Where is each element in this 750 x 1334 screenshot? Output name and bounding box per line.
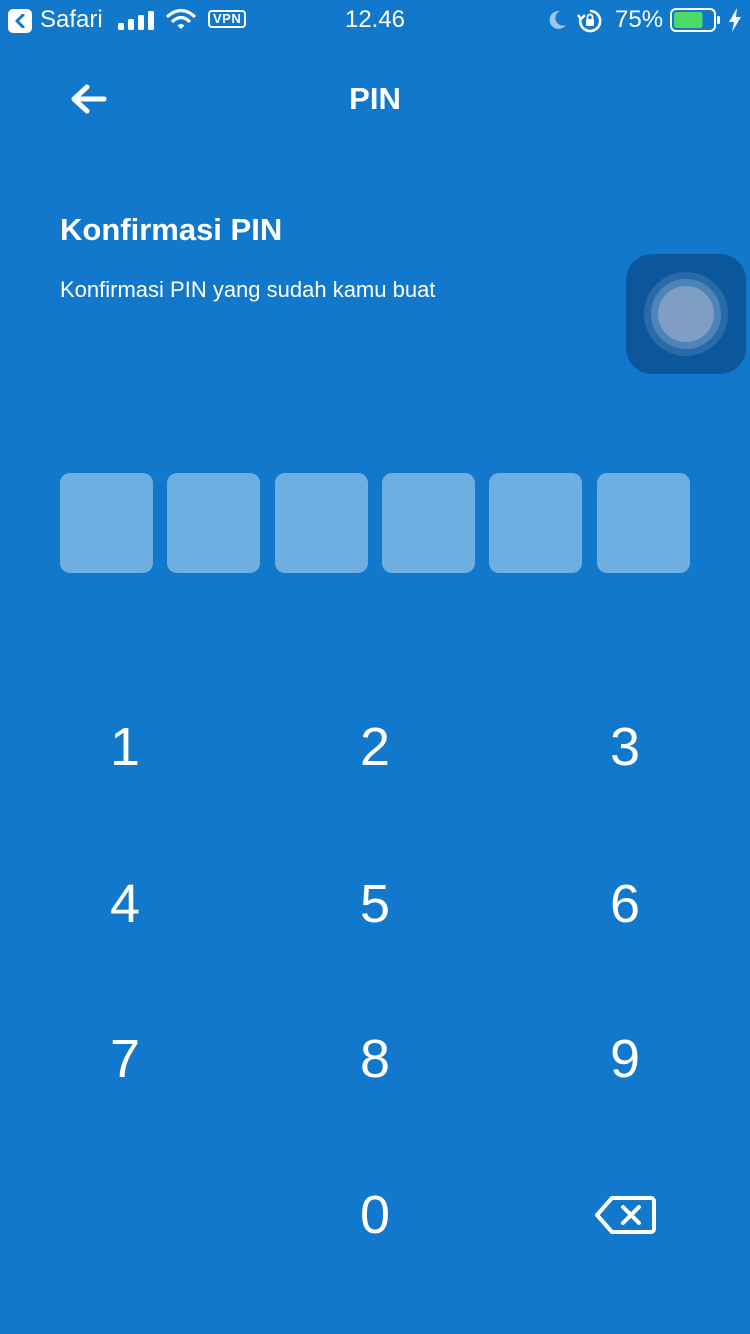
key-8[interactable]: 8 — [250, 994, 500, 1124]
key-6[interactable]: 6 — [500, 839, 750, 969]
page-title: PIN — [349, 81, 401, 116]
charging-bolt-icon — [729, 8, 741, 32]
backspace-icon — [595, 1196, 656, 1234]
key-5[interactable]: 5 — [250, 839, 500, 969]
key-empty — [0, 1150, 250, 1280]
pin-digit-box — [597, 473, 690, 573]
assistive-touch-button[interactable] — [626, 254, 746, 374]
confirm-pin-heading: Konfirmasi PIN — [60, 212, 283, 247]
battery-percent: 75% — [615, 6, 664, 33]
moon-icon — [549, 10, 566, 29]
key-4[interactable]: 4 — [0, 839, 250, 969]
status-bar: Safari VPN 12.46 75% — [0, 0, 750, 40]
key-2[interactable]: 2 — [250, 682, 500, 812]
pin-digit-box — [489, 473, 582, 573]
backspace-button[interactable] — [500, 1150, 750, 1280]
pin-digit-box — [275, 473, 368, 573]
key-9[interactable]: 9 — [500, 994, 750, 1124]
pin-digit-box — [382, 473, 475, 573]
key-3[interactable]: 3 — [500, 682, 750, 812]
rotation-lock-icon — [577, 9, 602, 33]
pin-digit-box — [167, 473, 260, 573]
key-7[interactable]: 7 — [0, 994, 250, 1124]
key-1[interactable]: 1 — [0, 682, 250, 812]
assistive-touch-icon — [658, 286, 714, 342]
pin-digit-box — [60, 473, 153, 573]
key-0[interactable]: 0 — [250, 1150, 500, 1280]
confirm-pin-subtitle: Konfirmasi PIN yang sudah kamu buat — [60, 277, 436, 302]
battery-icon — [670, 8, 720, 32]
